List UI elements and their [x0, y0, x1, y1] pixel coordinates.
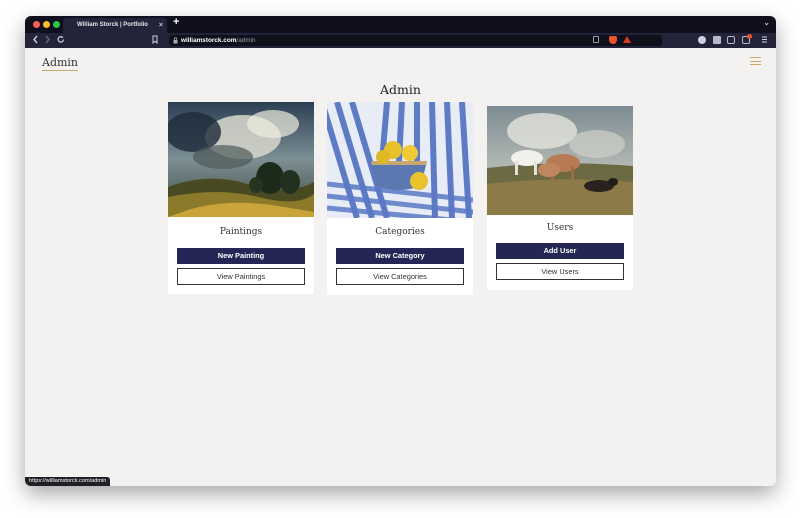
status-bar-url: https://williamstorck.com/admin — [25, 477, 111, 486]
card-title: Paintings — [219, 227, 263, 237]
menu-icon[interactable] — [762, 35, 767, 47]
new-category-button[interactable]: New Category — [336, 248, 464, 264]
bookmark-icon[interactable] — [152, 35, 158, 47]
share-icon[interactable] — [593, 36, 599, 43]
puzzle-icon[interactable] — [713, 36, 721, 44]
view-paintings-button[interactable]: View Paintings — [177, 268, 305, 285]
site-logo[interactable]: Admin — [42, 56, 79, 71]
url-path: /admin — [236, 37, 256, 44]
card-title: Users — [546, 223, 574, 233]
lock-icon — [173, 37, 178, 46]
view-users-button[interactable]: View Users — [496, 263, 624, 280]
card-paintings: Paintings New Painting View Paintings — [168, 102, 314, 294]
categories-image — [327, 102, 473, 218]
address-bar[interactable]: williamstorck.com/admin — [169, 35, 662, 46]
browser-window: William Storck | Portfolio × + ⌄ william… — [25, 16, 776, 486]
rewards-icon[interactable] — [623, 36, 631, 43]
minimize-window-button[interactable] — [43, 21, 50, 28]
url-text: williamstorck.com/admin — [181, 35, 256, 46]
users-image — [487, 106, 633, 215]
url-host: williamstorck.com — [181, 37, 237, 44]
card-users: Users Add User View Users — [487, 106, 633, 290]
close-window-button[interactable] — [33, 21, 40, 28]
new-tab-button[interactable]: + — [173, 16, 179, 28]
page-title: Admin — [380, 82, 421, 97]
notification-badge — [747, 34, 752, 39]
hamburger-icon[interactable] — [750, 57, 761, 65]
brave-shield-icon[interactable] — [609, 36, 617, 44]
tab-title: William Storck | Portfolio — [77, 22, 148, 28]
browser-toolbar: williamstorck.com/admin — [25, 33, 776, 48]
tab-active[interactable]: William Storck | Portfolio × — [63, 18, 167, 33]
tab-bar: William Storck | Portfolio × + ⌄ — [25, 16, 776, 33]
tab-search-chevron-icon[interactable]: ⌄ — [763, 18, 770, 27]
add-user-button[interactable]: Add User — [496, 243, 624, 259]
zoom-window-button[interactable] — [53, 21, 60, 28]
reload-icon[interactable] — [57, 35, 65, 47]
tab-close-icon[interactable]: × — [159, 18, 163, 33]
new-painting-button[interactable]: New Painting — [177, 248, 305, 264]
sidebar-icon[interactable] — [727, 36, 735, 44]
paintings-image — [168, 102, 314, 217]
back-icon[interactable] — [32, 35, 39, 47]
extension-icon[interactable] — [698, 36, 706, 44]
card-categories: Categories New Category View Categories — [327, 102, 473, 295]
card-title: Categories — [375, 227, 425, 237]
view-categories-button[interactable]: View Categories — [336, 268, 464, 285]
page-content: Admin Admin Paintings New Painting View … — [25, 48, 776, 486]
forward-icon[interactable] — [44, 35, 51, 47]
